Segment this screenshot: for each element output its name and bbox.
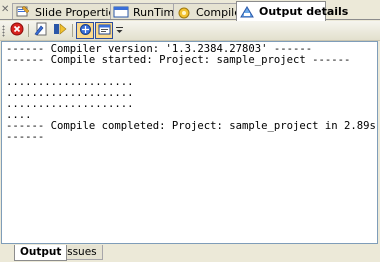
output-window-button[interactable]	[95, 22, 113, 39]
clear-button[interactable]	[32, 22, 50, 39]
tab-runtime[interactable]: RunTime	[110, 3, 181, 20]
toolbar-separator	[72, 24, 73, 37]
compile-button[interactable]	[51, 22, 69, 39]
tab-label: Output	[20, 246, 62, 258]
output-line: ------ Compile completed: Project: sampl…	[6, 120, 376, 132]
word-wrap-button[interactable]	[76, 22, 94, 39]
tab-output-details[interactable]: Output details	[236, 1, 348, 21]
chevron-down-icon	[115, 24, 123, 37]
tab-label: Issues	[64, 246, 97, 258]
runtime-icon	[113, 5, 129, 19]
slide-properties-icon	[15, 5, 31, 19]
toolbar-overflow-button[interactable]	[114, 22, 124, 39]
close-icon[interactable]: ✕	[1, 3, 11, 17]
output-line: ....................	[6, 98, 134, 110]
output-details-icon	[239, 5, 255, 19]
tab-label: Output details	[259, 5, 349, 18]
tab-strip: ✕ Slide Properties RunTime Compilers Out…	[0, 0, 380, 21]
output-line: ------ Compile started: Project: sample_…	[6, 54, 351, 66]
word-wrap-icon	[79, 23, 92, 39]
output-window-icon	[98, 23, 111, 39]
tab-label: Slide Properties	[35, 5, 121, 19]
bottom-tab-strip: Output Issues	[0, 245, 380, 262]
compile-icon	[53, 22, 67, 39]
toolbar-separator	[28, 24, 29, 37]
stop-button[interactable]	[8, 22, 26, 39]
output-toolbar	[0, 21, 380, 41]
output-text-area[interactable]: ------ Compiler version: '1.3.2384.27803…	[1, 41, 378, 244]
compilers-icon	[176, 5, 192, 19]
edit-clear-icon	[34, 22, 48, 39]
output-line: ------	[6, 131, 45, 143]
tab-output[interactable]: Output	[14, 245, 68, 261]
tab-slide-properties[interactable]: Slide Properties	[12, 3, 121, 20]
toolbar-grip[interactable]	[2, 25, 5, 37]
tab-compilers[interactable]: Compilers	[173, 3, 251, 20]
stop-red-icon	[10, 22, 24, 39]
